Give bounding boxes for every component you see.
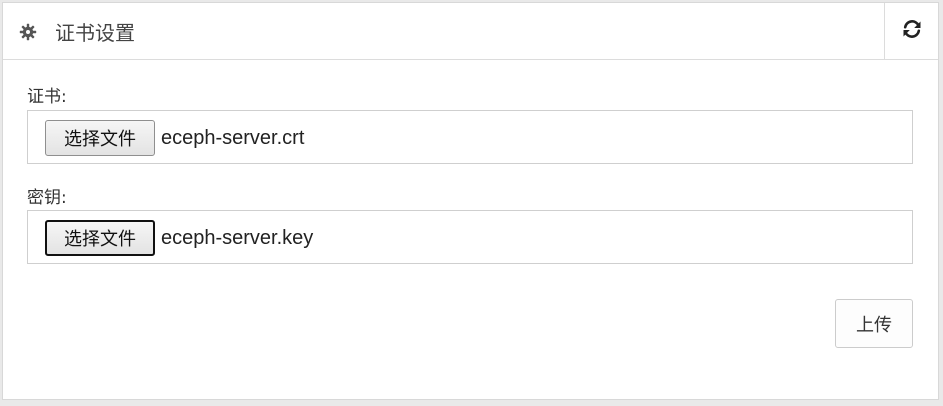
panel-title: 证书设置 <box>55 21 135 45</box>
key-label: 密钥: <box>27 188 67 208</box>
certificate-choose-file-button[interactable]: 选择文件 <box>45 120 155 156</box>
gear-icon <box>19 23 37 41</box>
key-file-input[interactable]: 选择文件 eceph-server.key <box>27 210 913 264</box>
key-file-name: eceph-server.key <box>161 227 314 249</box>
key-choose-file-button[interactable]: 选择文件 <box>45 220 155 256</box>
refresh-button[interactable] <box>884 3 938 59</box>
refresh-icon <box>901 18 923 44</box>
certificate-file-input[interactable]: 选择文件 eceph-server.crt <box>27 110 913 164</box>
certificate-label: 证书: <box>27 87 67 107</box>
upload-button[interactable]: 上传 <box>835 299 913 348</box>
certificate-file-name: eceph-server.crt <box>161 127 305 149</box>
certificate-settings-panel: 证书设置 证书: 选择文件 eceph-server.crt 密钥: 选择文件 … <box>2 2 939 400</box>
panel-header: 证书设置 <box>3 3 938 60</box>
